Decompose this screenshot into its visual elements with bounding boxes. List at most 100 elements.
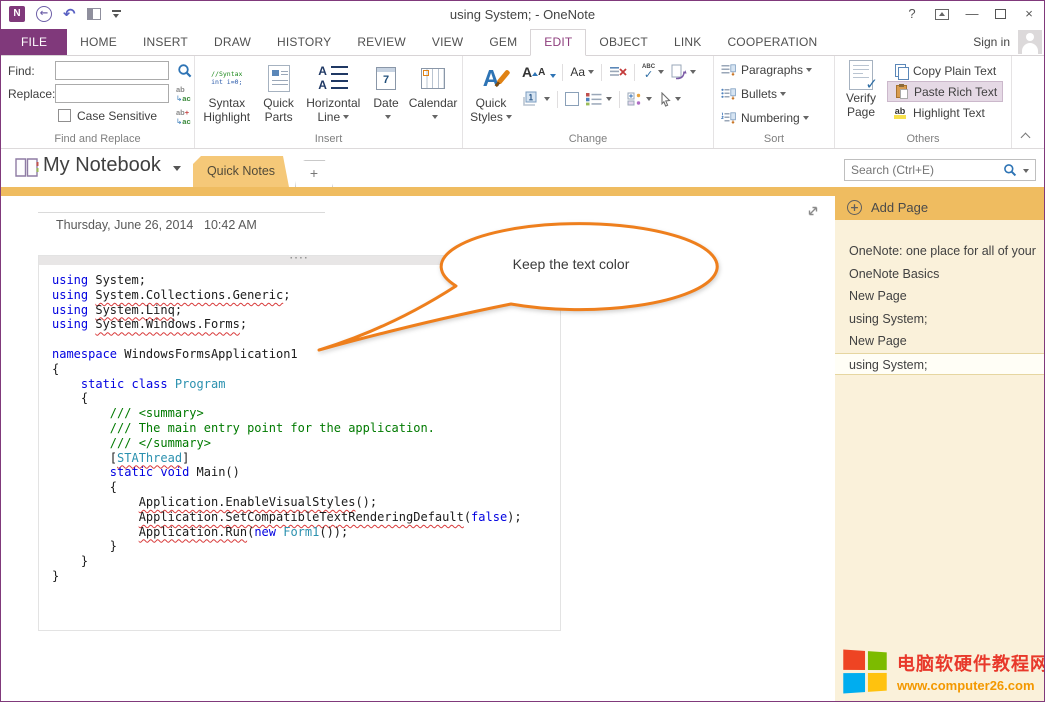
sign-in[interactable]: Sign in [973, 29, 1042, 55]
sort-paragraphs-icon [721, 64, 736, 76]
page-list-item[interactable]: New Page [835, 330, 1045, 353]
change-case-button[interactable]: Aa [567, 65, 597, 79]
content-area: Thursday, June 26, 2014 10:42 AM ···· us… [1, 196, 1044, 702]
page-list-item[interactable]: using System; [835, 308, 1045, 331]
code-line: /// </summary> [52, 436, 560, 451]
ribbon: Find: Replace: ab ↳ac Case Sensitive ab+… [1, 56, 1044, 149]
page-canvas[interactable]: Thursday, June 26, 2014 10:42 AM ···· us… [1, 196, 835, 702]
search-box [844, 159, 1036, 181]
ribbon-tab-gem[interactable]: GEM [476, 29, 530, 55]
shrink-font-button[interactable]: A [535, 67, 558, 78]
search-scope-dropdown[interactable] [1023, 169, 1029, 173]
sort-bullets-button[interactable]: Bullets [721, 83, 834, 104]
notebook-header: My Notebook Quick Notes + [1, 149, 1044, 187]
add-page-button[interactable]: + Add Page [835, 196, 1045, 220]
ribbon-tab-edit[interactable]: EDIT [530, 29, 586, 56]
replace-input[interactable] [55, 84, 169, 103]
ribbon-tab-object[interactable]: OBJECT [586, 29, 661, 55]
sort-paragraphs-button[interactable]: Paragraphs [721, 59, 834, 80]
replace-all-icon[interactable]: ab+ ↳ac [176, 108, 196, 126]
sign-in-label: Sign in [973, 35, 1010, 49]
help-button[interactable]: ? [905, 5, 919, 23]
sort-numbering-button[interactable]: Numbering [721, 107, 834, 128]
page-list-item[interactable]: OneNote Basics [835, 263, 1045, 286]
ribbon-tab-review[interactable]: REVIEW [344, 29, 419, 55]
verify-page-button[interactable]: ✓ Verify Page [837, 56, 885, 119]
notebook-name[interactable]: My Notebook [43, 154, 161, 177]
syntax-highlight-icon: //Syntaxint i=0; [199, 61, 255, 95]
ribbon-tab-home[interactable]: HOME [67, 29, 130, 55]
copy-plain-text-button[interactable]: Copy Plain Text [887, 60, 1003, 81]
ribbon-tab-draw[interactable]: DRAW [201, 29, 264, 55]
sort-numbering-icon [721, 112, 736, 124]
search-icon[interactable] [1003, 163, 1017, 177]
paste-rich-text-button[interactable]: Paste Rich Text [887, 81, 1003, 102]
callout-bubble[interactable]: Keep the text color [291, 216, 726, 376]
highlight-text-icon: ab [892, 106, 908, 119]
new-section-tab[interactable]: + [295, 160, 333, 187]
horizontal-line-icon: A A [303, 61, 364, 95]
checklist-button[interactable] [582, 92, 615, 106]
page-time: 10:42 AM [204, 218, 257, 232]
convert-page-button[interactable] [667, 64, 699, 80]
section-tab-quick-notes[interactable]: Quick Notes [193, 156, 289, 187]
watermark-logo-icon [843, 649, 886, 693]
replace-icon[interactable]: ab ↳ac [176, 85, 196, 103]
code-line: } [52, 539, 560, 554]
user-avatar-icon[interactable] [1018, 30, 1042, 54]
ribbon-tab-insert[interactable]: INSERT [130, 29, 201, 55]
date-icon: 7 [366, 61, 406, 95]
quick-parts-button[interactable]: Quick Parts [257, 59, 301, 124]
ribbon-display-options-button[interactable] [935, 9, 949, 20]
horizontal-line-button[interactable]: A A Horizontal Line [303, 59, 364, 124]
select-frame-button[interactable] [562, 92, 582, 106]
ribbon-tab-cooperation[interactable]: COOPERATION [714, 29, 830, 55]
date-button[interactable]: 7 Date [366, 59, 406, 124]
minimize-button[interactable]: — [965, 5, 979, 23]
resize-handle[interactable] [806, 204, 820, 218]
ribbon-group-find-replace: Find: Replace: ab ↳ac Case Sensitive ab+… [1, 56, 195, 148]
code-line: /// The main entry point for the applica… [52, 421, 560, 436]
notebook-icon [13, 157, 40, 178]
window-controls: ? — × [905, 5, 1036, 23]
number-frame-button[interactable] [519, 91, 553, 107]
spell-check-button[interactable]: ABC✓ [639, 64, 667, 80]
page-list-item[interactable]: using System; [835, 353, 1045, 376]
grow-font-button[interactable]: A [519, 64, 535, 80]
find-input[interactable] [55, 61, 169, 80]
syntax-highlight-button[interactable]: //Syntaxint i=0; Syntax Highlight [199, 59, 255, 124]
quick-parts-icon [257, 61, 301, 95]
close-button[interactable]: × [1022, 5, 1036, 23]
ribbon-tab-file[interactable]: FILE [1, 29, 67, 55]
case-sensitive-checkbox[interactable] [58, 109, 71, 122]
page-list-item[interactable]: OneNote: one place for all of your [835, 240, 1045, 263]
case-sensitive-label: Case Sensitive [77, 109, 157, 123]
search-input[interactable] [851, 161, 996, 179]
ribbon-tab-history[interactable]: HISTORY [264, 29, 344, 55]
ribbon-tab-view[interactable]: VIEW [419, 29, 476, 55]
quick-styles-button[interactable]: A Quick Styles [467, 59, 515, 124]
code-line: Application.SetCompatibleTextRenderingDe… [52, 510, 560, 525]
collapse-ribbon-button[interactable] [1021, 131, 1030, 140]
onenote-window: N ← ↶ using System; - OneNote ? — × FILE… [0, 0, 1045, 702]
code-line: { [52, 480, 560, 495]
tag-icon [627, 92, 643, 106]
section-color-strip [1, 187, 1044, 196]
tag-button[interactable] [624, 92, 655, 106]
select-cursor-button[interactable] [655, 92, 684, 107]
code-line: Application.Run(new Form1()); [52, 525, 560, 540]
watermark-site-name: 电脑软硬件教程网 [897, 650, 1045, 676]
ribbon-tab-link[interactable]: LINK [661, 29, 714, 55]
sort-bullets-icon [721, 88, 736, 100]
page-list-item[interactable]: New Page [835, 285, 1045, 308]
find-search-icon[interactable] [177, 63, 193, 79]
delete-empty-lines-button[interactable] [606, 65, 630, 79]
highlight-text-button[interactable]: ab Highlight Text [887, 102, 1003, 123]
ribbon-group-insert: //Syntaxint i=0; Syntax Highlight Quick … [195, 56, 463, 148]
group-title-sort: Sort [714, 133, 834, 145]
calendar-button[interactable]: Calendar [408, 59, 458, 124]
maximize-button[interactable] [995, 9, 1006, 19]
notebook-dropdown-arrow[interactable] [173, 166, 181, 171]
frame-box-icon [565, 92, 579, 106]
date-divider [38, 212, 325, 213]
